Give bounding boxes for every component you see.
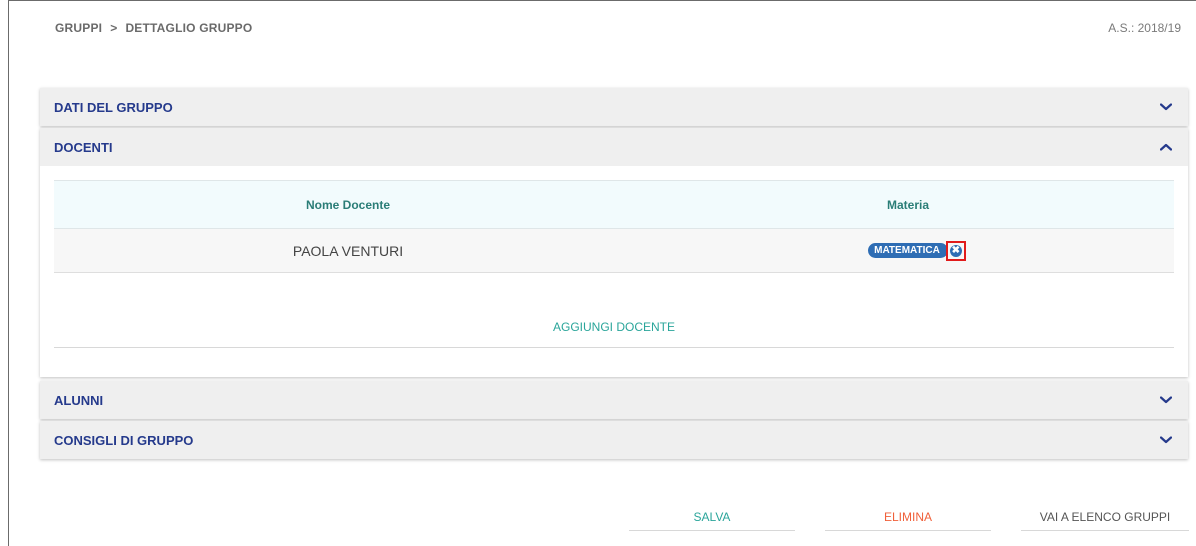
breadcrumb: GRUPPI > DETTAGLIO GRUPPO xyxy=(55,21,252,35)
panel-title: DOCENTI xyxy=(54,139,113,155)
panel-dati-gruppo: DATI DEL GRUPPO xyxy=(40,88,1188,126)
breadcrumb-current: DETTAGLIO GRUPPO xyxy=(125,21,253,35)
school-year: A.S.: 2018/19 xyxy=(1108,21,1181,35)
panel-title: ALUNNI xyxy=(54,392,104,408)
panel-consigli-gruppo-header[interactable]: CONSIGLI DI GRUPPO xyxy=(40,421,1188,459)
close-icon: ✖ xyxy=(949,244,962,257)
panel-title: CONSIGLI DI GRUPPO xyxy=(54,432,194,448)
breadcrumb-separator: > xyxy=(110,21,118,35)
chevron-up-icon[interactable] xyxy=(1158,139,1174,155)
add-teacher-button[interactable]: AGGIUNGI DOCENTE xyxy=(54,306,1174,348)
subject-tag-label: MATEMATICA xyxy=(874,245,940,256)
subject-tag: MATEMATICA ✖ xyxy=(868,240,966,261)
chevron-down-icon[interactable] xyxy=(1158,99,1174,115)
app-frame: GRUPPI > DETTAGLIO GRUPPO A.S.: 2018/19 DA… xyxy=(8,0,1196,546)
subject-cell: MATEMATICA ✖ xyxy=(642,240,1174,261)
panel-docenti-body: Nome Docente Materia PAOLA VENTURI MATEM… xyxy=(40,166,1188,377)
panel-docenti: DOCENTI Nome Docente Materia PAOLA VENTU… xyxy=(40,128,1188,377)
remove-subject-button[interactable]: ✖ xyxy=(945,240,966,261)
panel-alunni: ALUNNI xyxy=(40,381,1188,419)
chevron-down-icon[interactable] xyxy=(1158,432,1174,448)
header-nome-docente: Nome Docente xyxy=(305,197,391,212)
header-materia: Materia xyxy=(886,197,930,212)
table-header: Nome Docente Materia xyxy=(54,180,1174,229)
chevron-down-icon[interactable] xyxy=(1158,392,1174,408)
breadcrumb-root[interactable]: GRUPPI xyxy=(55,21,102,35)
teachers-table: Nome Docente Materia PAOLA VENTURI MATEM… xyxy=(54,180,1174,273)
panel-consigli-gruppo: CONSIGLI DI GRUPPO xyxy=(40,421,1188,459)
table-row: PAOLA VENTURI MATEMATICA ✖ xyxy=(54,229,1174,273)
save-button[interactable]: SALVA xyxy=(629,503,795,531)
panel-docenti-header[interactable]: DOCENTI xyxy=(40,128,1188,166)
teacher-name: PAOLA VENTURI xyxy=(292,242,404,259)
panel-dati-gruppo-header[interactable]: DATI DEL GRUPPO xyxy=(40,88,1188,126)
delete-button[interactable]: ELIMINA xyxy=(825,503,991,531)
panel-alunni-header[interactable]: ALUNNI xyxy=(40,381,1188,419)
panel-title: DATI DEL GRUPPO xyxy=(54,99,173,115)
back-to-groups-button[interactable]: VAI A ELENCO GRUPPI xyxy=(1021,503,1189,531)
action-bar: SALVA ELIMINA VAI A ELENCO GRUPPI xyxy=(9,503,1196,533)
top-bar: GRUPPI > DETTAGLIO GRUPPO A.S.: 2018/19 xyxy=(9,1,1196,61)
